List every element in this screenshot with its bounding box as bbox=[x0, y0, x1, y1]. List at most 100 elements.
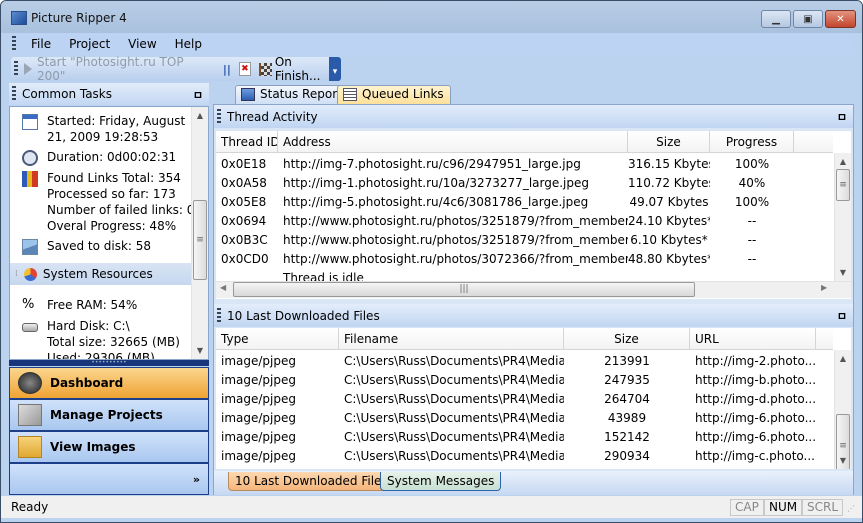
system-resources-title: System Resources bbox=[42, 267, 153, 281]
table-cell: http://www.photosight.ru/photos/3251879/… bbox=[283, 214, 628, 228]
resource-ram: % Free RAM: 54% bbox=[10, 295, 208, 316]
pin-icon[interactable]: ㅁ bbox=[837, 109, 847, 125]
nav-dashboard[interactable]: Dashboard bbox=[9, 367, 209, 399]
task-duration: Duration: 0d00:02:31 bbox=[10, 147, 208, 168]
grip-handle[interactable] bbox=[217, 307, 221, 324]
menu-project[interactable]: Project bbox=[60, 37, 119, 51]
table-row[interactable]: 0x0A58 http://img-1.photosight.ru/10a/327… bbox=[216, 174, 851, 193]
column-header[interactable]: Thread ID bbox=[216, 131, 278, 153]
scroll-thumb[interactable]: ≡ bbox=[836, 169, 850, 201]
table-row[interactable]: 0x0E18 http://img-7.photosight.ru/c96/294… bbox=[216, 155, 851, 174]
column-filler bbox=[794, 131, 833, 153]
pause-button[interactable]: || bbox=[223, 63, 231, 76]
chevron-double-right-icon[interactable]: » bbox=[193, 473, 200, 486]
downloaded-files-table: Type Filename Size URL image/pjpeg C:\Use… bbox=[216, 328, 851, 469]
nav-overflow[interactable]: » bbox=[9, 463, 209, 495]
task-started: Started: Friday, August 21, 2009 19:28:53 bbox=[10, 111, 208, 147]
table-row[interactable]: image/pjpeg C:\Users\Russ\Documents\PR4\M… bbox=[216, 390, 851, 409]
minimize-button[interactable]: ▁ bbox=[761, 10, 791, 28]
calendar-icon bbox=[22, 114, 38, 130]
column-header[interactable]: Size bbox=[564, 328, 690, 350]
task-text: Saved to disk: 58 bbox=[47, 239, 152, 253]
table-cell: 43989 bbox=[607, 411, 647, 425]
column-header[interactable]: Size bbox=[628, 131, 710, 153]
nav-view-images[interactable]: View Images bbox=[9, 431, 209, 463]
scroll-thumb[interactable]: ≡ bbox=[193, 200, 207, 280]
percent-icon: % bbox=[22, 297, 35, 312]
stop-button[interactable]: ✖ bbox=[238, 62, 251, 76]
pin-icon[interactable]: ㅁ bbox=[193, 87, 203, 103]
start-button[interactable]: Start "Photosight.ru TOP 200" bbox=[23, 55, 215, 83]
resize-grip-icon[interactable]: ⋰ bbox=[847, 504, 855, 513]
downloaded-vscrollbar[interactable]: ▲ ≡ ▼ bbox=[834, 350, 851, 469]
column-header[interactable]: Filename bbox=[339, 328, 564, 350]
maximize-button[interactable]: ▣ bbox=[793, 10, 823, 28]
thread-vscrollbar[interactable]: ▲ ≡ ▼ bbox=[834, 153, 851, 281]
table-cell: 213991 bbox=[604, 354, 650, 368]
grip-handle[interactable] bbox=[14, 61, 18, 77]
table-row[interactable]: 0x05E8 http://img-5.photosight.ru/4c6/308… bbox=[216, 193, 851, 212]
scroll-left-icon[interactable]: ◀ bbox=[220, 283, 226, 292]
scroll-up-icon[interactable]: ▲ bbox=[835, 350, 851, 367]
menu-file[interactable]: File bbox=[22, 37, 60, 51]
table-row[interactable]: image/pjpeg C:\Users\Russ\Documents\PR4\M… bbox=[216, 428, 851, 447]
tab-queued-links[interactable]: Queued Links bbox=[337, 85, 451, 104]
tab-label: Status Reports bbox=[260, 87, 349, 101]
pie-chart-icon bbox=[23, 267, 37, 281]
thread-rows: 0x0E18 http://img-7.photosight.ru/c96/294… bbox=[216, 153, 851, 288]
scroll-up-icon[interactable]: ▲ bbox=[835, 153, 851, 170]
task-text: Found Links Total: 354 bbox=[47, 171, 181, 185]
table-cell: 0x0694 bbox=[221, 214, 267, 228]
scroll-down-icon[interactable]: ▼ bbox=[835, 452, 851, 469]
tab-last-downloaded[interactable]: 10 Last Downloaded Files bbox=[228, 472, 395, 491]
menu-view[interactable]: View bbox=[119, 37, 165, 51]
menu-help[interactable]: Help bbox=[166, 37, 211, 51]
table-row[interactable]: image/pjpeg C:\Users\Russ\Documents\PR4\M… bbox=[216, 409, 851, 428]
panel-splitter[interactable]: •••••••••• bbox=[9, 360, 209, 366]
toolbar: Start "Photosight.ru TOP 200" || ✖ On Fi… bbox=[11, 55, 341, 83]
table-row[interactable]: image/pjpeg C:\Users\Russ\Documents\PR4\M… bbox=[216, 352, 851, 371]
table-cell: 110.72 Kbytes bbox=[628, 176, 710, 190]
scroll-down-icon[interactable]: ▼ bbox=[192, 342, 208, 359]
table-row[interactable]: 0x0CD0 http://www.photosight.ru/photos/30… bbox=[216, 250, 851, 269]
column-header[interactable]: URL bbox=[690, 328, 816, 350]
tab-system-messages[interactable]: System Messages bbox=[380, 472, 502, 491]
grip-handle[interactable] bbox=[12, 36, 16, 52]
tab-label: Queued Links bbox=[362, 87, 444, 101]
table-cell: 49.07 Kbytes bbox=[629, 195, 709, 209]
nav-manage-projects[interactable]: Manage Projects bbox=[9, 399, 209, 431]
table-cell: -- bbox=[747, 252, 757, 266]
thread-hscrollbar[interactable]: ◀ ||| ▶ bbox=[216, 281, 851, 298]
table-row[interactable]: 0x0B3C http://www.photosight.ru/photos/32… bbox=[216, 231, 851, 250]
table-cell: http://img-5.photosight.ru/4c6/3081786_l… bbox=[283, 195, 589, 209]
resource-text: Free RAM: 54% bbox=[47, 298, 138, 312]
start-label: Start "Photosight.ru TOP 200" bbox=[36, 55, 184, 83]
toolbar-overflow-button[interactable]: ▾ bbox=[329, 57, 341, 81]
table-row[interactable]: image/pjpeg C:\Users\Russ\Documents\PR4\M… bbox=[216, 447, 851, 466]
scroll-down-icon[interactable]: ▼ bbox=[835, 264, 851, 281]
system-resources-header[interactable]: ⁞ System Resources bbox=[10, 263, 208, 285]
task-text: Number of failed links: 0 bbox=[47, 203, 195, 217]
title-bar[interactable]: Picture Ripper 4 ▁ ▣ ✕ bbox=[1, 1, 862, 33]
table-cell: 6.10 Kbytes* bbox=[630, 233, 708, 247]
scroll-up-icon[interactable]: ▲ bbox=[192, 107, 208, 124]
thread-activity-title: Thread Activity bbox=[227, 109, 318, 124]
scroll-thumb[interactable]: ||| bbox=[233, 282, 695, 297]
tasks-scrollbar[interactable]: ▲ ≡ ▼ bbox=[191, 107, 208, 359]
column-header[interactable]: Type bbox=[216, 328, 339, 350]
table-row[interactable]: image/pjpeg C:\Users\Russ\Documents\PR4\M… bbox=[216, 371, 851, 390]
task-text: Started: Friday, August bbox=[47, 114, 186, 128]
scrl-indicator: SCRL bbox=[802, 499, 844, 516]
grip-handle[interactable] bbox=[217, 108, 221, 125]
resource-disk: Hard Disk: C:\ Total size: 32665 (MB) Us… bbox=[10, 316, 208, 359]
column-header[interactable]: Progress bbox=[710, 131, 794, 153]
table-cell: 0x05E8 bbox=[221, 195, 267, 209]
table-row[interactable]: 0x0694 http://www.photosight.ru/photos/32… bbox=[216, 212, 851, 231]
close-button[interactable]: ✕ bbox=[825, 10, 856, 28]
grip-handle[interactable] bbox=[12, 86, 16, 102]
pin-icon[interactable]: ㅁ bbox=[837, 308, 847, 324]
downloaded-rows: image/pjpeg C:\Users\Russ\Documents\PR4\M… bbox=[216, 350, 851, 466]
scroll-right-icon[interactable]: ▶ bbox=[821, 283, 827, 292]
table-cell: http://img-7.photosight.ru/c96/2947951_l… bbox=[283, 157, 581, 171]
column-header[interactable]: Address bbox=[278, 131, 628, 153]
